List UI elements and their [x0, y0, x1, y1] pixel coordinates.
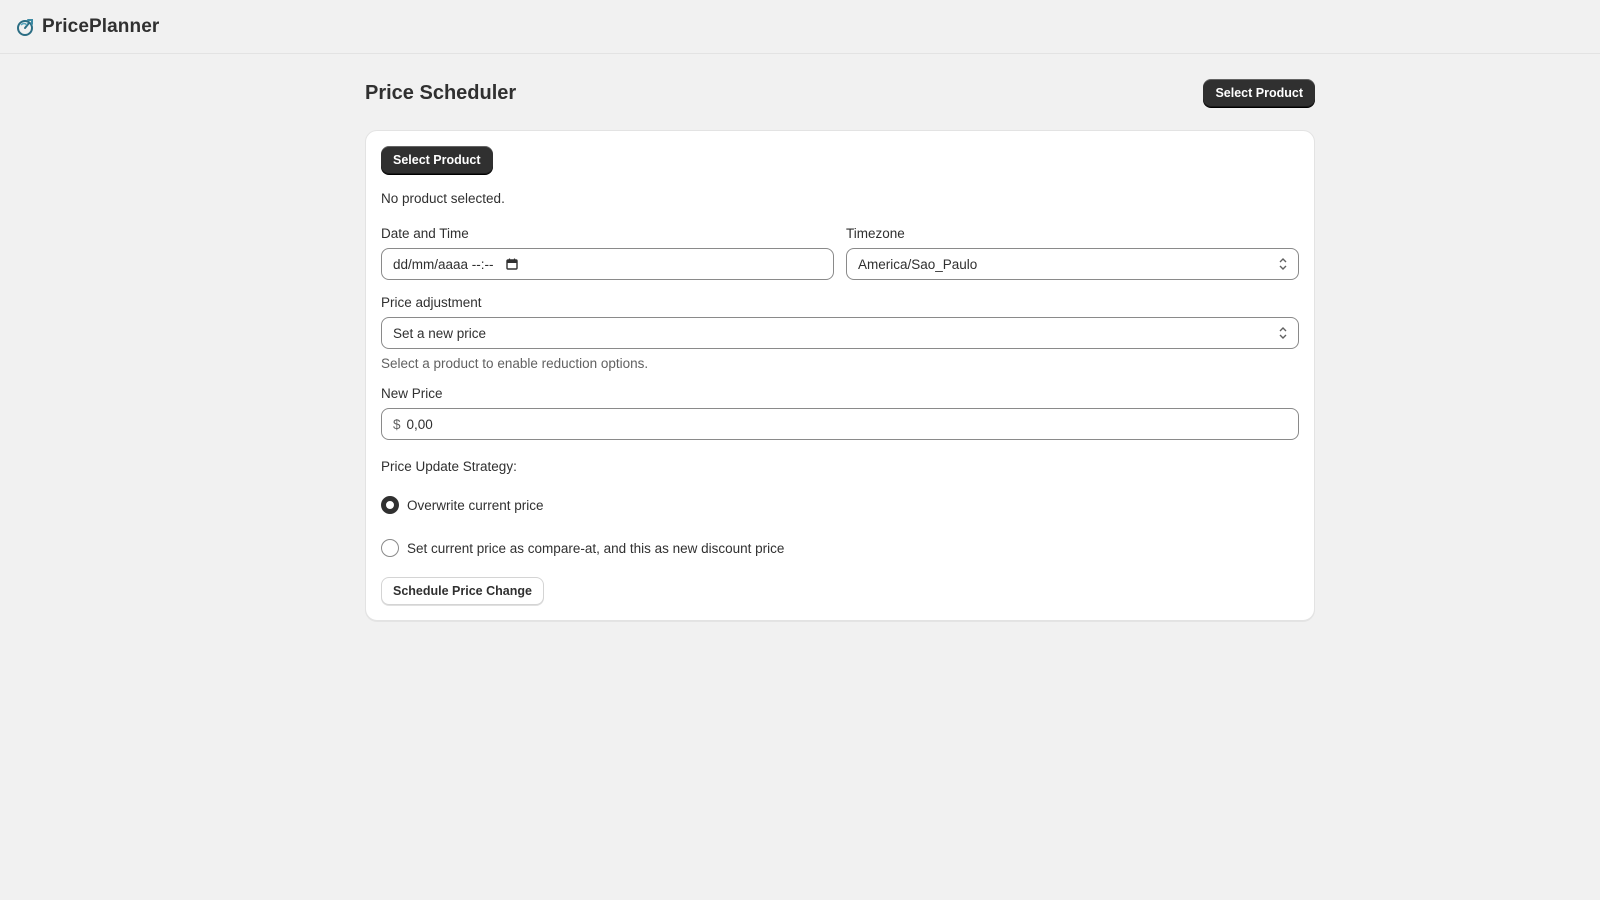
price-adjustment-label: Price adjustment: [381, 295, 482, 310]
datetime-value: dd/mm/aaaa --:--: [393, 256, 494, 272]
top-bar: PricePlanner: [0, 0, 1600, 54]
price-adjustment-help: Select a product to enable reduction opt…: [381, 356, 649, 371]
timezone-label: Timezone: [846, 226, 905, 241]
app-logo-icon: [16, 17, 36, 37]
strategy-option-compare-at[interactable]: Set current price as compare-at, and thi…: [381, 539, 1299, 557]
page-header: Price Scheduler Select Product: [365, 54, 1315, 130]
app-name: PricePlanner: [42, 15, 160, 37]
timezone-value: America/Sao_Paulo: [858, 256, 978, 272]
price-adjustment-select[interactable]: Set a new price: [381, 317, 1299, 349]
radio-checked[interactable]: [381, 496, 399, 514]
brand[interactable]: PricePlanner: [16, 16, 159, 38]
new-price-input[interactable]: $ 0,00: [381, 408, 1299, 440]
price-adjustment-group: Price adjustment Set a new price Select …: [381, 295, 1299, 371]
strategy-option-label: Set current price as compare-at, and thi…: [407, 540, 785, 556]
strategy-label: Price Update Strategy:: [381, 459, 517, 474]
select-product-button[interactable]: Select Product: [381, 146, 493, 174]
datetime-label: Date and Time: [381, 226, 469, 241]
currency-prefix: $: [393, 416, 401, 432]
datetime-input[interactable]: dd/mm/aaaa --:--: [381, 248, 834, 280]
strategy-option-overwrite[interactable]: Overwrite current price: [381, 496, 1299, 514]
strategy-option-label: Overwrite current price: [407, 497, 544, 513]
page-title: Price Scheduler: [365, 81, 517, 104]
price-adjustment-value: Set a new price: [393, 325, 487, 341]
select-chevron-icon: [1278, 257, 1288, 271]
datetime-timezone-row: Date and Time dd/mm/aaaa --:-- Timezone: [381, 226, 1299, 280]
product-status-text: No product selected.: [381, 191, 505, 206]
main-content: Price Scheduler Select Product Select Pr…: [365, 54, 1315, 621]
schedule-price-change-button[interactable]: Schedule Price Change: [381, 577, 544, 605]
new-price-value: 0,00: [406, 416, 433, 432]
header-select-product-button[interactable]: Select Product: [1203, 79, 1315, 107]
scheduler-card: Select Product No product selected. Date…: [365, 130, 1315, 621]
new-price-label: New Price: [381, 386, 443, 401]
radio-unchecked[interactable]: [381, 539, 399, 557]
select-chevron-icon: [1278, 326, 1288, 340]
timezone-select[interactable]: America/Sao_Paulo: [846, 248, 1299, 280]
calendar-icon[interactable]: [505, 258, 518, 270]
new-price-group: New Price $ 0,00: [381, 386, 1299, 440]
